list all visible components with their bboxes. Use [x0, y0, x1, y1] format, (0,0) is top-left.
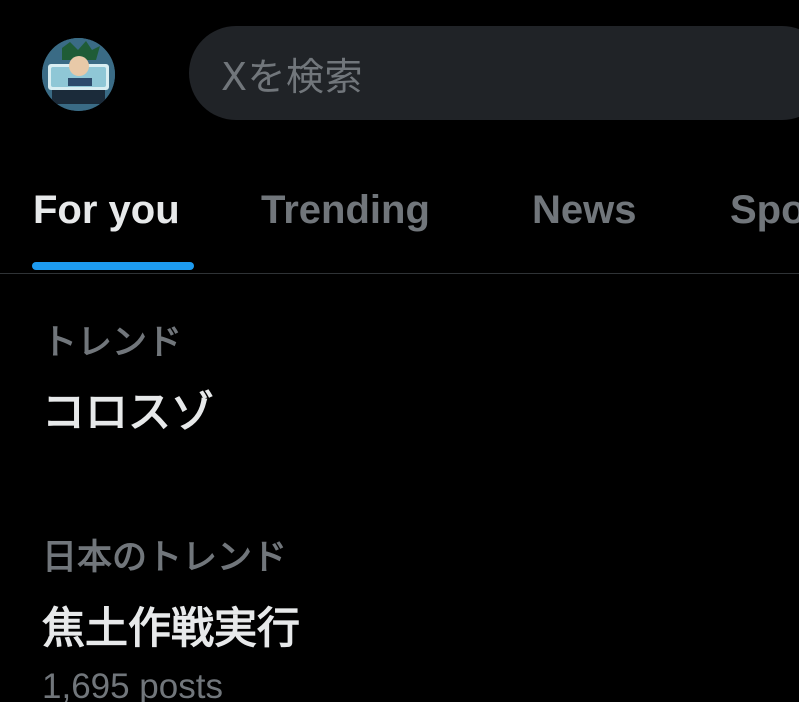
explore-page: Xを検索 For you Trending News Spo トレンド コロスゾ…	[0, 0, 799, 702]
search-input[interactable]: Xを検索	[189, 26, 799, 120]
search-placeholder: Xを検索	[221, 54, 364, 99]
avatar[interactable]	[42, 38, 115, 111]
active-tab-indicator	[32, 262, 194, 270]
explore-tabs: For you Trending News Spo	[0, 170, 799, 274]
trend-title: 焦土作戦実行	[42, 604, 300, 654]
tab-for-you[interactable]: For you	[33, 188, 180, 233]
trend-post-count: 1,695 posts	[42, 667, 223, 702]
tab-sports[interactable]: Spo	[730, 188, 799, 233]
trend-context: トレンド	[42, 323, 183, 363]
trend-title: コロスゾ	[42, 388, 214, 438]
avatar-image	[42, 38, 115, 111]
trend-context: 日本のトレンド	[42, 538, 288, 578]
tab-trending[interactable]: Trending	[261, 188, 430, 233]
tab-news[interactable]: News	[532, 188, 637, 233]
